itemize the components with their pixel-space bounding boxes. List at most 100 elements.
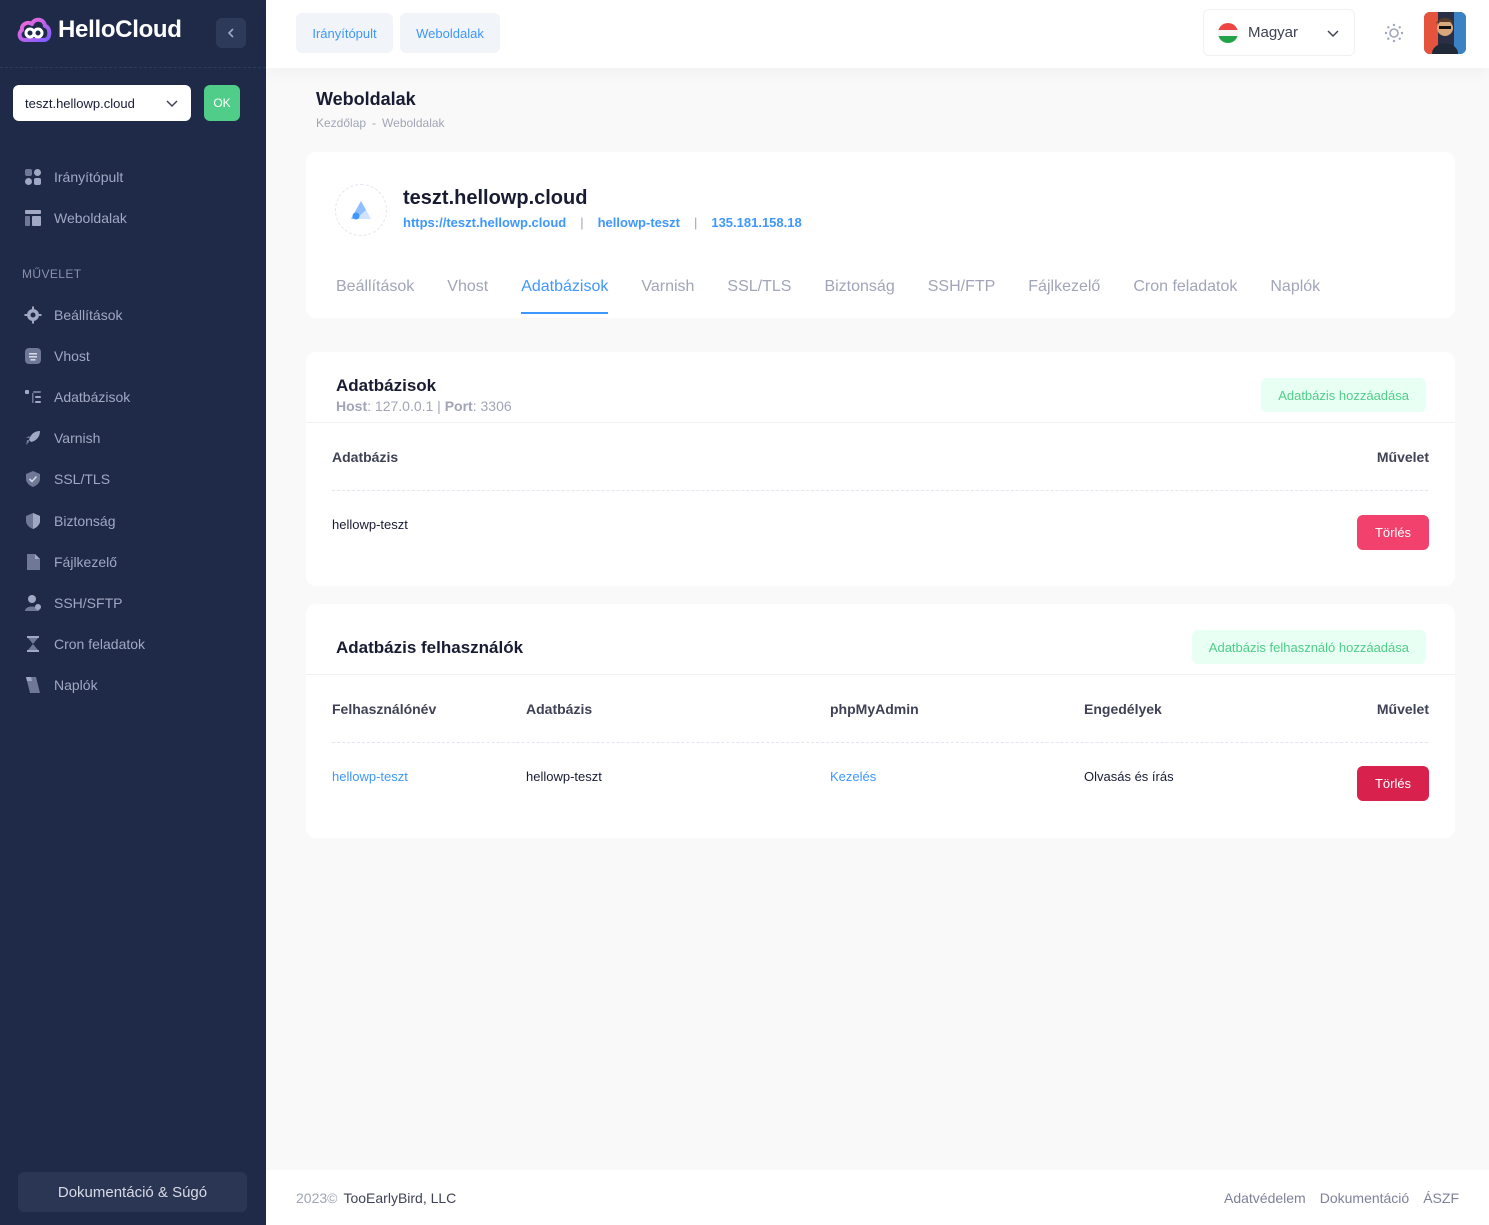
site-name: teszt.hellowp.cloud <box>403 187 588 209</box>
sidebar-item-settings[interactable]: Beállítások <box>24 306 122 324</box>
site-select-value: teszt.hellowp.cloud <box>25 95 135 111</box>
sidebar-item-vhost[interactable]: Vhost <box>24 347 90 365</box>
language-label: Magyar <box>1248 24 1299 41</box>
sidebar-item-cron[interactable]: Cron feladatok <box>24 635 145 653</box>
site-select[interactable]: teszt.hellowp.cloud <box>13 85 191 121</box>
site-tabs: Beállítások Vhost Adatbázisok Varnish SS… <box>336 278 1353 314</box>
port-label: Port <box>444 398 473 414</box>
sidebar-item-label: Cron feladatok <box>54 636 146 652</box>
port-value: 3306 <box>480 398 512 414</box>
sidebar-item-websites[interactable]: Weboldalak <box>24 209 127 227</box>
username-link[interactable]: hellowp-teszt <box>332 769 408 784</box>
sidebar-item-label: Fájlkezelő <box>54 554 118 570</box>
sidebar-item-dashboard[interactable]: Irányítópult <box>24 168 123 186</box>
row-divider <box>332 490 1428 491</box>
gear-icon <box>24 306 42 324</box>
chevron-down-icon <box>166 100 178 108</box>
user-avatar[interactable] <box>1424 12 1466 54</box>
page-title: Weboldalak <box>316 89 416 109</box>
dashboard-icon <box>24 168 42 186</box>
tab-security[interactable]: Biztonság <box>824 278 894 314</box>
footer-link-privacy[interactable]: Adatvédelem <box>1224 1190 1306 1206</box>
tab-databases[interactable]: Adatbázisok <box>521 278 609 314</box>
sidebar-item-file-manager[interactable]: Fájlkezelő <box>24 553 117 571</box>
site-ok-button[interactable]: OK <box>204 85 240 121</box>
user-icon <box>24 594 42 612</box>
tab-cron[interactable]: Cron feladatok <box>1133 278 1237 314</box>
brand-logo[interactable]: HelloCloud <box>16 14 182 46</box>
footer-year: 2023© <box>296 1189 338 1206</box>
add-database-user-button[interactable]: Adatbázis felhasználó hozzáadása <box>1191 630 1426 664</box>
separator: | <box>693 215 698 230</box>
sidebar-item-label: Adatbázisok <box>54 389 131 405</box>
header-nav-dashboard[interactable]: Irányítópult <box>296 13 393 53</box>
sidebar-item-logs[interactable]: Naplók <box>24 676 98 694</box>
tab-logs[interactable]: Naplók <box>1270 278 1320 314</box>
sidebar-item-databases[interactable]: Adatbázisok <box>24 388 130 406</box>
site-icon <box>335 184 387 236</box>
tab-settings[interactable]: Beállítások <box>336 278 414 314</box>
delete-database-button[interactable]: Törlés <box>1357 515 1429 550</box>
tab-ssl[interactable]: SSL/TLS <box>727 278 791 314</box>
sidebar-item-label: Naplók <box>54 677 98 693</box>
shield-icon <box>24 512 42 530</box>
theme-toggle-button[interactable] <box>1383 22 1405 44</box>
column-header-action: Művelet <box>1376 449 1429 465</box>
phpmyadmin-manage-link[interactable]: Kezelés <box>830 769 876 784</box>
column-header-database: Adatbázis <box>332 449 399 465</box>
layout-icon <box>24 209 42 227</box>
delete-database-user-button[interactable]: Törlés <box>1357 766 1429 801</box>
sidebar-item-ssl[interactable]: SSL/TLS <box>24 470 110 488</box>
hourglass-icon <box>24 635 42 653</box>
tab-ssh-ftp[interactable]: SSH/FTP <box>928 278 996 314</box>
site-ip-link[interactable]: 135.181.158.18 <box>711 215 801 230</box>
sidebar-divider <box>0 67 266 68</box>
site-url-link[interactable]: https://teszt.hellowp.cloud <box>403 215 566 230</box>
host-label: Host <box>336 398 368 414</box>
site-info-card: teszt.hellowp.cloud https://teszt.hellow… <box>306 152 1455 318</box>
row-divider <box>332 742 1428 743</box>
databases-connection-info: Host: 127.0.0.1 | Port: 3306 <box>336 398 512 414</box>
footer-link-terms[interactable]: ÁSZF <box>1423 1190 1459 1206</box>
site-triangle-icon <box>351 201 371 220</box>
database-users-title: Adatbázis felhasználók <box>336 638 524 657</box>
file-icon <box>24 553 42 571</box>
permissions-cell: Olvasás és írás <box>1084 769 1174 784</box>
sidebar-item-label: Irányítópult <box>54 169 124 185</box>
sidebar-item-label: SSL/TLS <box>54 471 111 487</box>
sidebar-collapse-button[interactable] <box>216 18 246 48</box>
databases-card: Adatbázisok Host: 127.0.0.1 | Port: 3306… <box>306 352 1455 586</box>
footer-link-docs[interactable]: Dokumentáció <box>1320 1190 1410 1206</box>
sidebar-section-heading: MŰVELET <box>22 267 82 281</box>
sun-icon <box>1384 23 1404 43</box>
documentation-help-button[interactable]: Dokumentáció & Súgó <box>18 1172 247 1212</box>
database-icon <box>24 388 42 406</box>
footer: 2023© TooEarlyBird, LLC Adatvédelem Doku… <box>266 1170 1489 1225</box>
sidebar-item-label: SSH/SFTP <box>54 595 123 611</box>
add-database-button[interactable]: Adatbázis hozzáadása <box>1261 378 1426 412</box>
sidebar-item-security[interactable]: Biztonság <box>24 512 115 530</box>
tab-vhost[interactable]: Vhost <box>447 278 488 314</box>
breadcrumb: Kezdőlap - Weboldalak <box>316 116 445 130</box>
language-select[interactable]: Magyar <box>1203 9 1355 56</box>
sidebar-item-label: Varnish <box>54 430 101 446</box>
breadcrumb-separator: - <box>372 116 377 130</box>
site-user-link[interactable]: hellowp-teszt <box>598 215 680 230</box>
header-nav-websites[interactable]: Weboldalak <box>400 13 500 53</box>
site-meta-links: https://teszt.hellowp.cloud | hellowp-te… <box>403 215 802 230</box>
sidebar-item-varnish[interactable]: Varnish <box>24 429 100 447</box>
footer-company-link[interactable]: TooEarlyBird, LLC <box>343 1190 456 1206</box>
scroll-icon <box>24 676 42 694</box>
top-header: Irányítópult Weboldalak Magyar <box>266 0 1489 68</box>
footer-links: Adatvédelem Dokumentáció ÁSZF <box>1224 1190 1459 1206</box>
database-name-cell: hellowp-teszt <box>332 517 408 532</box>
tab-file-manager[interactable]: Fájlkezelő <box>1028 278 1100 314</box>
sidebar-item-label: Vhost <box>54 348 90 364</box>
sidebar: HelloCloud teszt.hellowp.cloud OK Irányí… <box>0 0 266 1225</box>
sidebar-item-ssh[interactable]: SSH/SFTP <box>24 594 122 612</box>
card-divider <box>306 674 1455 675</box>
breadcrumb-home[interactable]: Kezdőlap <box>316 116 366 130</box>
databases-title: Adatbázisok <box>336 376 437 395</box>
tab-varnish[interactable]: Varnish <box>641 278 694 314</box>
cloud-logo-icon <box>17 17 52 42</box>
